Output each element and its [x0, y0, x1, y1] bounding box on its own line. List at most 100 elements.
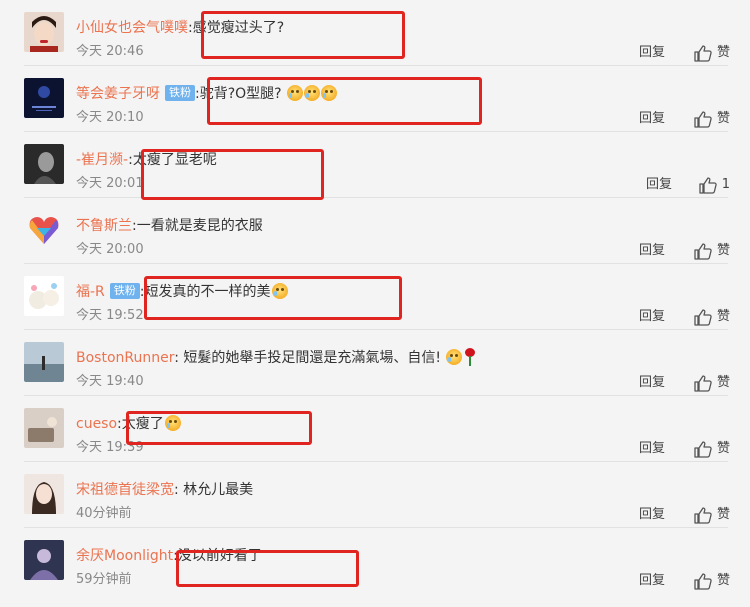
- comment-item: 宋祖德首徒梁宽: 林允儿最美 40分钟前 回复 赞: [0, 462, 750, 528]
- avatar[interactable]: [24, 144, 64, 184]
- like-button[interactable]: 1: [699, 176, 730, 194]
- username-link[interactable]: 余厌Moonlight: [76, 548, 173, 564]
- reply-button[interactable]: 回复: [646, 176, 672, 194]
- reply-button[interactable]: 回复: [639, 110, 665, 128]
- username-link[interactable]: 小仙女也会气噗噗: [76, 20, 188, 36]
- reply-button[interactable]: 回复: [639, 440, 665, 458]
- avatar[interactable]: [24, 342, 64, 382]
- rose-emoji: [464, 348, 476, 366]
- comment-item: 福-R 铁粉:短发真的不一样的美 今天 19:52 回复 赞: [0, 264, 750, 330]
- teary-emoji: [446, 349, 463, 365]
- reply-button[interactable]: 回复: [639, 374, 665, 392]
- like-label: 赞: [716, 441, 730, 456]
- colon: :: [174, 482, 179, 498]
- thumbs-up-icon: [694, 110, 712, 128]
- comment-item: 小仙女也会气噗噗:感觉瘦过头了? 今天 20:46 回复 赞: [0, 0, 750, 66]
- username-link[interactable]: 宋祖德首徒梁宽: [76, 482, 174, 498]
- like-button[interactable]: 赞: [694, 44, 730, 62]
- like-label: 赞: [716, 243, 730, 258]
- comment-item: 不鲁斯兰:一看就是麦昆的衣服 今天 20:00 回复 赞: [0, 198, 750, 264]
- username-link[interactable]: -崔月濒-: [76, 152, 128, 168]
- username-link[interactable]: 不鲁斯兰: [76, 218, 132, 234]
- comment-text: 林允儿最美: [183, 482, 254, 498]
- comment-text: 太瘦了: [121, 416, 164, 432]
- avatar[interactable]: [24, 408, 64, 448]
- username-link[interactable]: 等会姜子牙呀: [76, 86, 160, 102]
- thumbs-up-icon: [694, 242, 712, 260]
- reply-button[interactable]: 回复: [639, 44, 665, 62]
- comment-list: 小仙女也会气噗噗:感觉瘦过头了? 今天 20:46 回复 赞 等会姜子牙呀 铁粉:…: [0, 0, 750, 607]
- avatar[interactable]: [24, 12, 64, 52]
- comment-time: 40分钟前: [76, 506, 132, 521]
- avatar[interactable]: [24, 276, 64, 316]
- like-button[interactable]: 赞: [694, 374, 730, 392]
- comment-text: 没以前好看了: [177, 548, 262, 564]
- crying-emoji: [164, 415, 181, 431]
- like-label: 赞: [716, 507, 730, 522]
- comment-text: 太瘦了显老呢: [132, 152, 217, 168]
- comment-line: 宋祖德首徒梁宽: 林允儿最美: [76, 480, 253, 500]
- thumbs-up-icon: [699, 176, 717, 194]
- comment-item: -崔月濒-:太瘦了显老呢 今天 20:01 回复 1: [0, 132, 750, 198]
- avatar[interactable]: [24, 474, 64, 514]
- comment-time: 今天 19:40: [76, 374, 144, 389]
- like-label: 赞: [716, 573, 730, 588]
- username-link[interactable]: BostonRunner: [76, 350, 174, 366]
- reply-button[interactable]: 回复: [639, 572, 665, 590]
- comment-item: 余厌Moonlight:没以前好看了 59分钟前 回复 赞: [0, 528, 750, 594]
- like-button[interactable]: 赞: [694, 110, 730, 128]
- comment-time: 59分钟前: [76, 572, 132, 587]
- comment-item: 等会姜子牙呀 铁粉:驼背?O型腿? 今天 20:10 回复 赞: [0, 66, 750, 132]
- comment-text: 短发真的不一样的美: [144, 284, 271, 300]
- like-label: 赞: [716, 111, 730, 126]
- like-button[interactable]: 赞: [694, 506, 730, 524]
- laugh-cry-emoji: [321, 85, 338, 101]
- like-button[interactable]: 赞: [694, 572, 730, 590]
- reply-button[interactable]: 回复: [639, 506, 665, 524]
- thumbs-up-icon: [694, 308, 712, 326]
- like-button[interactable]: 赞: [694, 308, 730, 326]
- like-label: 赞: [716, 45, 730, 60]
- comment-line: 不鲁斯兰:一看就是麦昆的衣服: [76, 216, 263, 236]
- thumbs-up-icon: [694, 506, 712, 524]
- comment-line: 余厌Moonlight:没以前好看了: [76, 546, 262, 566]
- avatar[interactable]: [24, 540, 64, 580]
- laugh-cry-emoji: [304, 85, 321, 101]
- comment-time: 今天 19:39: [76, 440, 144, 455]
- username-link[interactable]: 福-R: [76, 284, 105, 300]
- comment-time: 今天 20:10: [76, 110, 144, 125]
- like-button[interactable]: 赞: [694, 242, 730, 260]
- avatar[interactable]: [24, 210, 64, 250]
- comment-line: BostonRunner: 短髮的她舉手投足間還是充滿氣場、自信!: [76, 348, 476, 368]
- like-label: 赞: [716, 309, 730, 324]
- fan-badge: 铁粉: [109, 283, 140, 299]
- comment-time: 今天 20:01: [76, 176, 144, 191]
- comment-item: BostonRunner: 短髮的她舉手投足間還是充滿氣場、自信! 今天 19:…: [0, 330, 750, 396]
- crying-emoji: [271, 283, 288, 299]
- like-label: 赞: [716, 375, 730, 390]
- comment-line: 福-R 铁粉:短发真的不一样的美: [76, 282, 288, 302]
- fan-badge: 铁粉: [165, 85, 195, 101]
- comment-text: 短髮的她舉手投足間還是充滿氣場、自信!: [183, 350, 442, 366]
- thumbs-up-icon: [694, 572, 712, 590]
- comment-text: 感觉瘦过头了?: [192, 20, 285, 36]
- comment-time: 今天 20:00: [76, 242, 144, 257]
- reply-button[interactable]: 回复: [639, 308, 665, 326]
- username-link[interactable]: cueso: [76, 416, 117, 432]
- reply-button[interactable]: 回复: [639, 242, 665, 260]
- thumbs-up-icon: [694, 440, 712, 458]
- comment-text: 一看就是麦昆的衣服: [136, 218, 263, 234]
- comment-line: cueso:太瘦了: [76, 414, 181, 434]
- thumbs-up-icon: [694, 44, 712, 62]
- comment-line: 小仙女也会气噗噗:感觉瘦过头了?: [76, 18, 284, 38]
- comment-text: 驼背?O型腿?: [199, 86, 282, 102]
- comment-line: -崔月濒-:太瘦了显老呢: [76, 150, 217, 170]
- thumbs-up-icon: [694, 374, 712, 392]
- like-count: 1: [721, 177, 730, 192]
- comment-item: cueso:太瘦了 今天 19:39 回复 赞: [0, 396, 750, 462]
- colon: :: [174, 350, 179, 366]
- like-button[interactable]: 赞: [694, 440, 730, 458]
- avatar[interactable]: [24, 78, 64, 118]
- comment-line: 等会姜子牙呀 铁粉:驼背?O型腿?: [76, 84, 338, 104]
- laugh-cry-emoji: [287, 85, 304, 101]
